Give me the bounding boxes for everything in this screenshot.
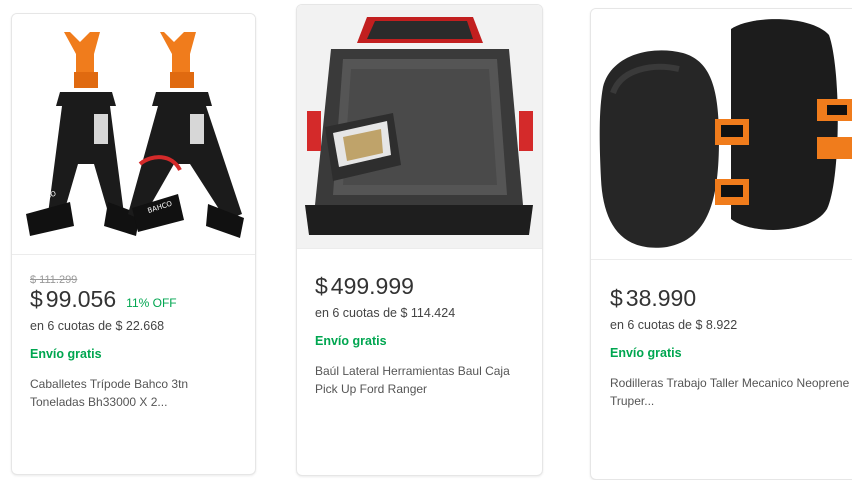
installments: en 6 cuotas de $ 114.424 [315,306,456,320]
currency-symbol: $ [610,285,623,311]
price: $38.990 [610,285,696,312]
product-title[interactable]: Baúl Lateral Herramientas Baul Caja Pick… [315,362,532,398]
discount-badge: 11% OFF [126,296,177,310]
currency-symbol: $ [30,286,43,312]
free-shipping-label: Envío gratis [315,334,387,348]
original-price: $ 111.299 [30,274,78,286]
product-card-2[interactable]: $499.999 en 6 cuotas de $ 114.424 Envío … [296,4,543,476]
product-info: $ 111.299 $99.056 11% OFF en 6 cuotas de… [30,274,245,411]
installments: en 6 cuotas de $ 8.922 [610,318,738,332]
price-amount: 38.990 [625,285,697,311]
product-card-3[interactable]: $38.990 en 6 cuotas de $ 8.922 Envío gra… [590,8,852,480]
product-info: $499.999 en 6 cuotas de $ 114.424 Envío … [315,273,532,398]
jack-stands-image[interactable]: BAHCO BAHCO [12,14,255,255]
product-info: $38.990 en 6 cuotas de $ 8.922 Envío gra… [610,285,851,410]
price-amount: 499.999 [330,273,414,299]
price-amount: 99.056 [45,286,117,312]
price: $499.999 [315,273,414,300]
price-row: $499.999 [315,273,532,300]
knee-pads-icon [599,19,852,248]
price-row: $99.056 11% OFF [30,286,245,313]
knee-pads-image[interactable] [591,9,852,260]
free-shipping-label: Envío gratis [30,347,102,361]
price: $99.056 [30,286,116,313]
product-title[interactable]: Caballetes Trípode Bahco 3tn Toneladas B… [30,375,245,411]
product-card-1[interactable]: BAHCO BAHCO $ 111.299 $99.056 11% OFF en… [11,13,256,475]
jack-stands-icon: BAHCO BAHCO [26,32,244,238]
product-title[interactable]: Rodilleras Trabajo Taller Mecanico Neopr… [610,374,851,410]
pickup-toolbox-image[interactable] [297,5,542,249]
installments: en 6 cuotas de $ 22.668 [30,319,165,333]
currency-symbol: $ [315,273,328,299]
pickup-toolbox-icon [297,5,542,248]
free-shipping-label: Envío gratis [610,346,682,360]
price-row: $38.990 [610,285,851,312]
